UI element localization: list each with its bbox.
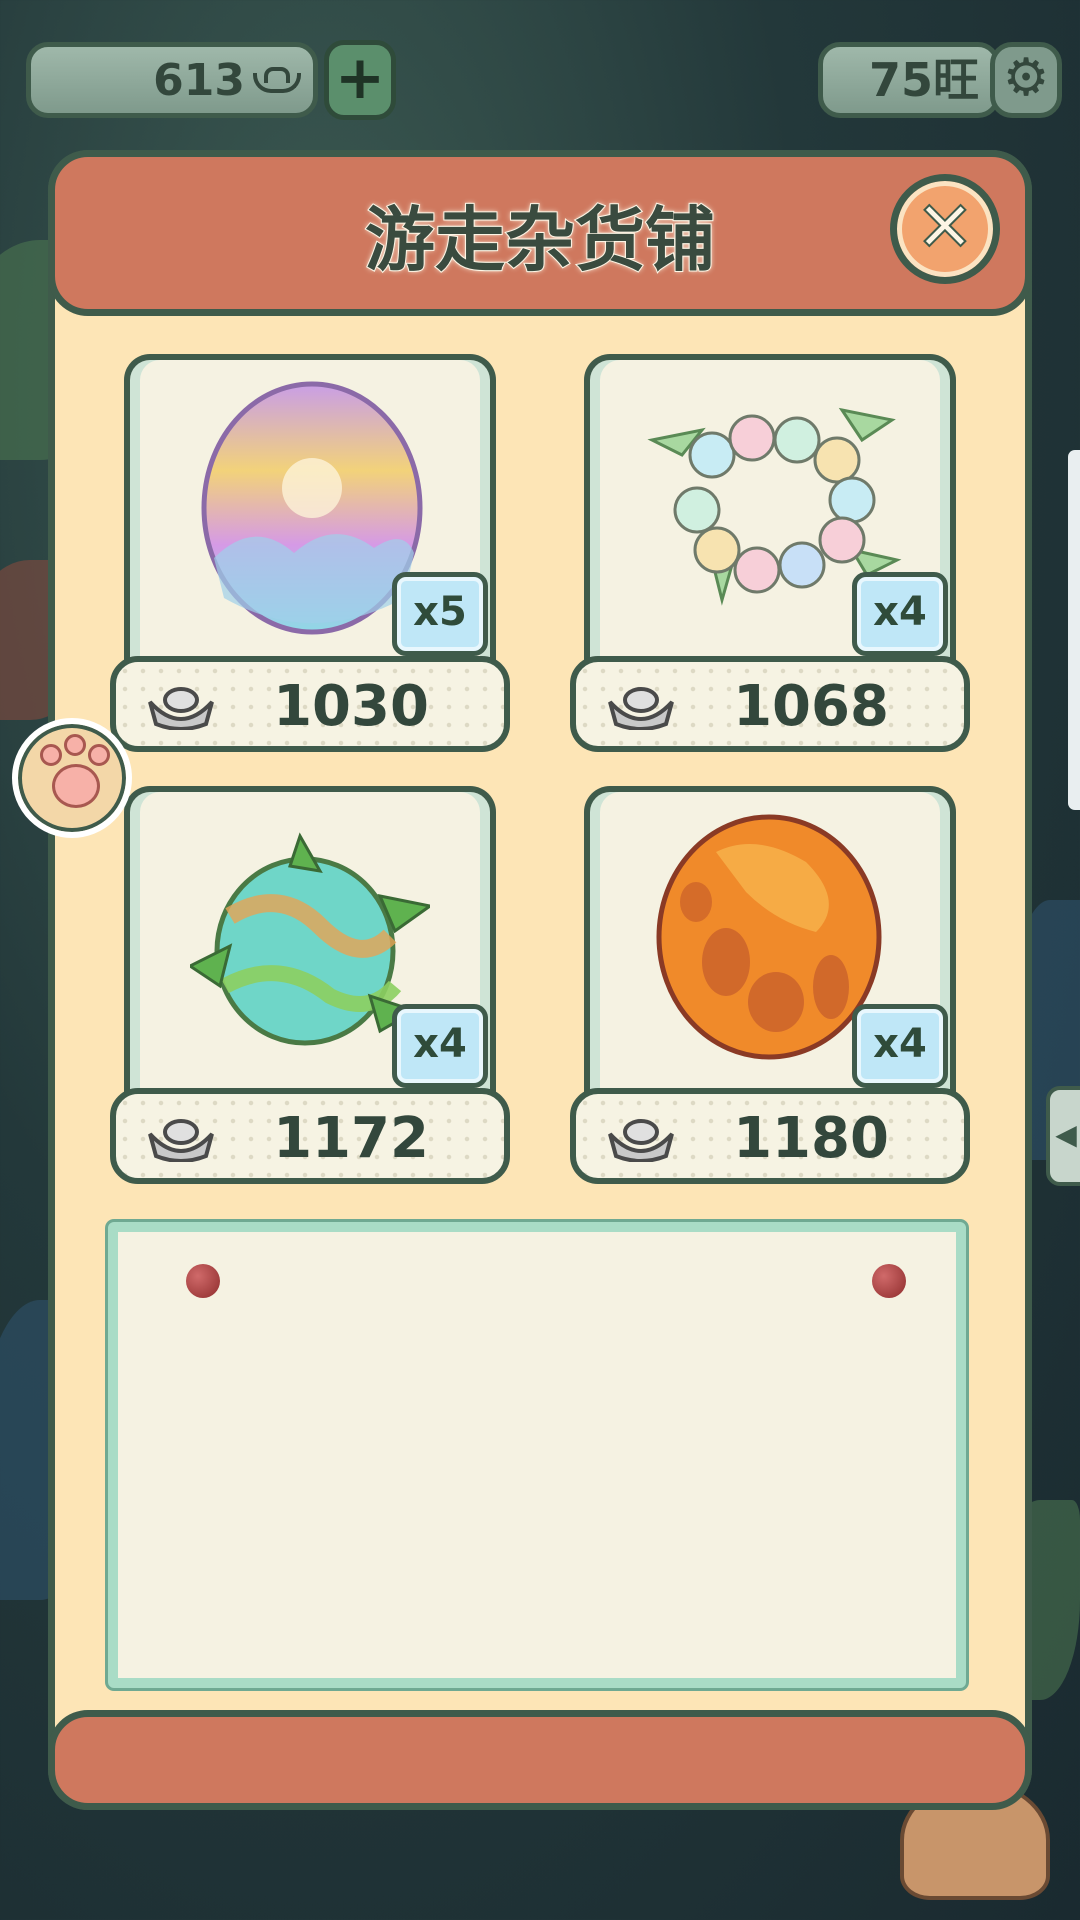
- shop-item-card[interactable]: x4: [584, 354, 956, 664]
- add-currency-button[interactable]: +: [324, 40, 396, 120]
- pin-icon: [872, 1264, 906, 1298]
- price-value: 1180: [733, 1106, 889, 1171]
- paw-toe: [88, 744, 110, 766]
- paw-icon: [52, 764, 100, 808]
- quantity-badge: x4: [852, 1004, 948, 1088]
- ingot-icon: [608, 687, 674, 730]
- price-button[interactable]: 1180: [570, 1088, 970, 1184]
- wang-display: 75旺: [818, 42, 1000, 118]
- gear-icon: ⚙: [1002, 48, 1050, 108]
- side-expand-tab[interactable]: ◀: [1046, 1086, 1080, 1186]
- paw-toe: [64, 734, 86, 756]
- price-value: 1030: [273, 674, 429, 739]
- note-board: [108, 1222, 966, 1688]
- quantity-badge: x5: [392, 572, 488, 656]
- price-value: 1172: [273, 1106, 429, 1171]
- shop-item-card[interactable]: x4: [584, 786, 956, 1096]
- currency-amount: 613: [153, 54, 245, 106]
- shop-item-card[interactable]: x5: [124, 354, 496, 664]
- price-button[interactable]: 1068: [570, 656, 970, 752]
- shop-item-card[interactable]: x4: [124, 786, 496, 1096]
- currency-display: 613: [26, 42, 318, 118]
- ingot-icon: [608, 1119, 674, 1162]
- side-scroll-handle[interactable]: [1068, 450, 1080, 810]
- pin-icon: [186, 1264, 220, 1298]
- price-button[interactable]: 1172: [110, 1088, 510, 1184]
- shop-footer: [48, 1710, 1032, 1810]
- settings-button[interactable]: ⚙: [990, 42, 1062, 118]
- paw-toe: [40, 744, 62, 766]
- paw-button[interactable]: [12, 718, 132, 838]
- price-value: 1068: [733, 674, 889, 739]
- ingot-icon: [148, 687, 214, 730]
- price-button[interactable]: 1030: [110, 656, 510, 752]
- quantity-badge: x4: [392, 1004, 488, 1088]
- chevron-left-icon: ◀: [1055, 1118, 1077, 1151]
- close-button[interactable]: ✕: [890, 174, 1000, 284]
- ingot-icon: [148, 1119, 214, 1162]
- ingot-icon: [253, 67, 301, 93]
- quantity-badge: x4: [852, 572, 948, 656]
